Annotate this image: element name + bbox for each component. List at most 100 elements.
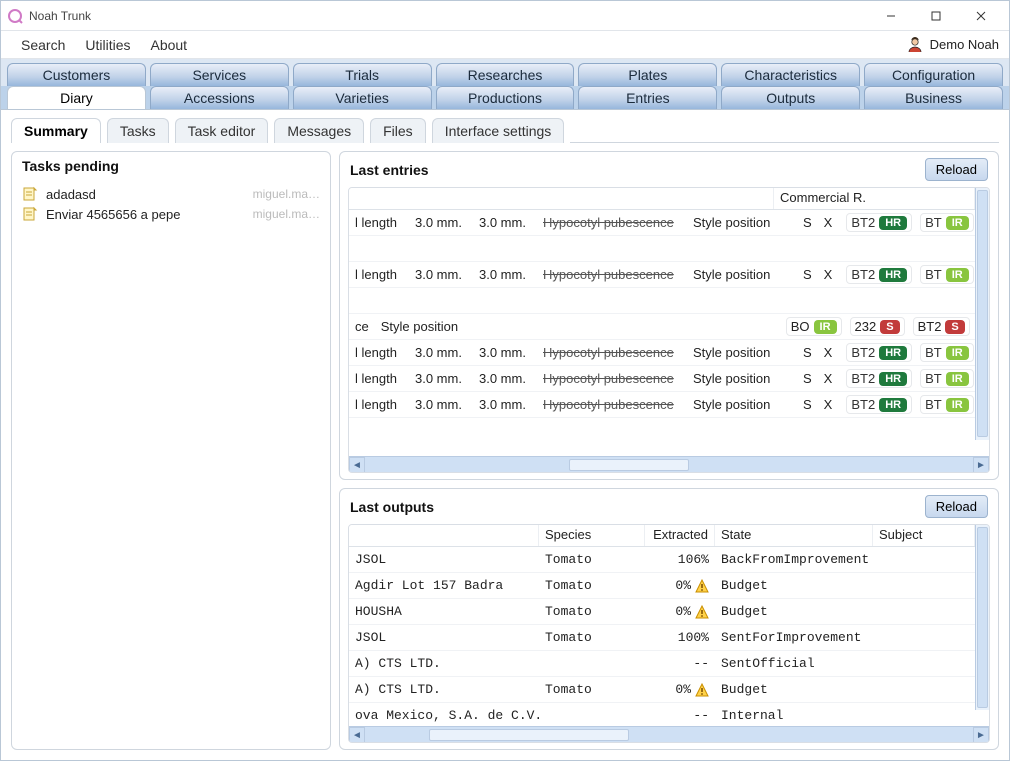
right-column: Last entries Reload Commercial R. l leng… <box>339 151 999 750</box>
resistance-pair: BTIR <box>920 265 974 284</box>
last-outputs-title: Last outputs <box>350 499 434 515</box>
resistance-badge: S <box>880 320 899 334</box>
outputs-cell-species: Tomato <box>539 680 645 699</box>
note-icon <box>22 206 38 222</box>
resistance-badge: IR <box>946 346 969 360</box>
tab-customers[interactable]: Customers <box>7 63 146 86</box>
entries-row[interactable]: l length3.0 mm.3.0 mm.Hypocotyl pubescen… <box>349 340 975 366</box>
entries-grid: Commercial R. l length3.0 mm.3.0 mm.Hypo… <box>348 187 990 473</box>
outputs-cell-state: Budget <box>715 680 873 699</box>
subtab-interface-settings[interactable]: Interface settings <box>432 118 565 143</box>
tab-entries[interactable]: Entries <box>578 86 717 109</box>
scroll-right-icon[interactable]: ► <box>973 457 989 473</box>
reload-outputs-button[interactable]: Reload <box>925 495 988 518</box>
resistance-code: BO <box>791 319 810 334</box>
outputs-cell-subject <box>873 714 975 718</box>
tab-trials[interactable]: Trials <box>293 63 432 86</box>
subtab-task-editor[interactable]: Task editor <box>175 118 269 143</box>
menu-search[interactable]: Search <box>11 34 75 56</box>
resistance-code: BT2 <box>851 345 875 360</box>
outputs-rows: JSOLTomato106%BackFromImprovement Agdir … <box>349 547 975 726</box>
menu-utilities[interactable]: Utilities <box>75 34 140 56</box>
tasks-pending-title: Tasks pending <box>22 158 119 174</box>
resistance-badge: IR <box>946 216 969 230</box>
entries-row[interactable]: l length3.0 mm.3.0 mm.Hypocotyl pubescen… <box>349 366 975 392</box>
scroll-right-icon[interactable]: ► <box>973 727 989 743</box>
resistance-pair: BT2HR <box>846 213 912 232</box>
tab-diary[interactable]: Diary <box>7 86 146 109</box>
tab-services[interactable]: Services <box>150 63 289 86</box>
outputs-col-name[interactable] <box>349 525 539 546</box>
entries-vertical-scrollbar[interactable] <box>975 188 989 440</box>
tab-characteristics[interactable]: Characteristics <box>721 63 860 86</box>
scroll-left-icon[interactable]: ◄ <box>349 457 365 473</box>
maximize-button[interactable] <box>913 2 958 30</box>
resistance-badge: HR <box>879 216 907 230</box>
outputs-col-species[interactable]: Species <box>539 525 645 546</box>
tab-configuration[interactable]: Configuration <box>864 63 1003 86</box>
close-button[interactable] <box>958 2 1003 30</box>
outputs-grid-header: Species Extracted State Subject <box>349 525 975 547</box>
task-label: Enviar 4565656 a pepe <box>46 207 180 222</box>
tab-researches[interactable]: Researches <box>436 63 575 86</box>
menu-about[interactable]: About <box>140 34 197 56</box>
task-owner: miguel.ma… <box>253 187 320 201</box>
task-item[interactable]: Enviar 4565656 a pepe miguel.ma… <box>20 204 322 224</box>
entries-resistance: BT2HRBTIR <box>838 367 975 390</box>
outputs-horizontal-scrollbar[interactable]: ◄ ► <box>349 726 989 742</box>
outputs-col-subject[interactable]: Subject <box>873 525 975 546</box>
entries-row[interactable]: l length3.0 mm.3.0 mm.Hypocotyl pubescen… <box>349 210 975 236</box>
entries-cell: Hypocotyl pubescence <box>537 343 687 362</box>
subtab-files[interactable]: Files <box>370 118 426 143</box>
outputs-cell-name: A) CTS LTD. <box>349 680 539 699</box>
subtab-tasks[interactable]: Tasks <box>107 118 169 143</box>
tab-plates[interactable]: Plates <box>578 63 717 86</box>
scroll-left-icon[interactable]: ◄ <box>349 727 365 743</box>
outputs-row[interactable]: ova Mexico, S.A. de C.V.--Internal <box>349 703 975 726</box>
outputs-col-state[interactable]: State <box>715 525 873 546</box>
task-item[interactable]: adadasd miguel.ma… <box>20 184 322 204</box>
subtab-summary[interactable]: Summary <box>11 118 101 143</box>
outputs-col-extracted[interactable]: Extracted <box>645 525 715 546</box>
entries-row[interactable]: l length3.0 mm.3.0 mm.Hypocotyl pubescen… <box>349 392 975 418</box>
tab-outputs[interactable]: Outputs <box>721 86 860 109</box>
entries-cell: 3.0 mm. <box>473 369 537 388</box>
tab-accessions[interactable]: Accessions <box>150 86 289 109</box>
entries-cell: Style position <box>687 395 797 414</box>
entries-row[interactable]: ceStyle positionBOIR232SBT2S <box>349 314 975 340</box>
resistance-code: BT <box>925 397 942 412</box>
outputs-cell-extracted: 0% <box>645 576 715 595</box>
outputs-vertical-scrollbar[interactable] <box>975 525 989 710</box>
outputs-row[interactable]: HOUSHATomato0%Budget <box>349 599 975 625</box>
entries-resistance: BT2HRBTIR <box>838 263 975 286</box>
resistance-badge: IR <box>946 398 969 412</box>
outputs-row[interactable]: JSOLTomato106%BackFromImprovement <box>349 547 975 573</box>
outputs-cell-extracted: -- <box>645 654 715 673</box>
outputs-row[interactable]: A) CTS LTD.Tomato0%Budget <box>349 677 975 703</box>
resistance-pair: BT2HR <box>846 343 912 362</box>
subtab-messages[interactable]: Messages <box>274 118 364 143</box>
title-bar: Noah Trunk <box>1 1 1009 31</box>
entries-row[interactable]: l length3.0 mm.3.0 mm.Hypocotyl pubescen… <box>349 262 975 288</box>
task-owner: miguel.ma… <box>253 207 320 221</box>
entries-cell: Hypocotyl pubescence <box>537 213 687 232</box>
app-window: Noah Trunk Search Utilities About Demo N… <box>0 0 1010 761</box>
outputs-cell-species: Tomato <box>539 576 645 595</box>
outputs-row[interactable]: Agdir Lot 157 BadraTomato0%Budget <box>349 573 975 599</box>
tab-business[interactable]: Business <box>864 86 1003 109</box>
tab-varieties[interactable]: Varieties <box>293 86 432 109</box>
last-entries-panel: Last entries Reload Commercial R. l leng… <box>339 151 999 480</box>
user-indicator[interactable]: Demo Noah <box>906 36 999 54</box>
tab-productions[interactable]: Productions <box>436 86 575 109</box>
task-label: adadasd <box>46 187 96 202</box>
outputs-row[interactable]: A) CTS LTD.--SentOfficial <box>349 651 975 677</box>
entries-cell: 3.0 mm. <box>409 213 473 232</box>
outputs-cell-state: SentForImprovement <box>715 628 873 647</box>
entries-horizontal-scrollbar[interactable]: ◄ ► <box>349 456 989 472</box>
entries-cell: 3.0 mm. <box>473 343 537 362</box>
reload-entries-button[interactable]: Reload <box>925 158 988 181</box>
outputs-cell-state: Internal <box>715 706 873 725</box>
resistance-pair: BTIR <box>920 343 974 362</box>
outputs-row[interactable]: JSOLTomato100%SentForImprovement <box>349 625 975 651</box>
minimize-button[interactable] <box>868 2 913 30</box>
